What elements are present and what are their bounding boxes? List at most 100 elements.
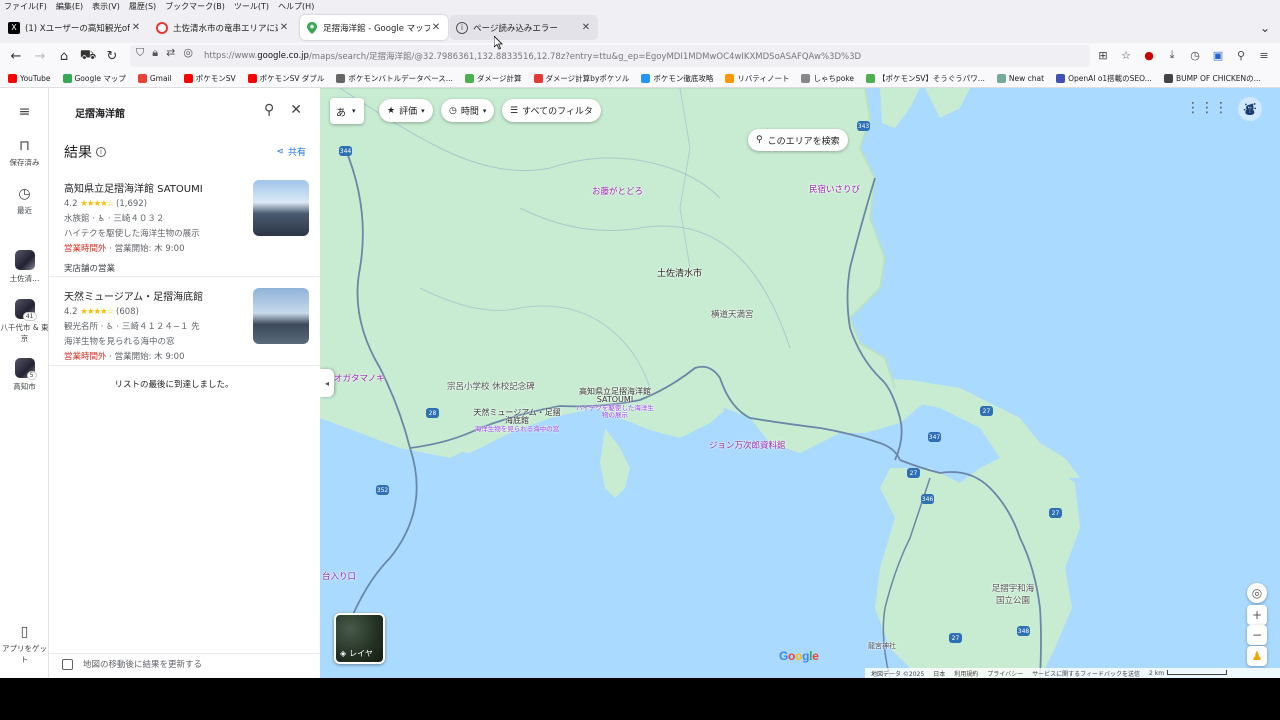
bookmark-item[interactable]: New chat	[996, 73, 1044, 83]
info-icon[interactable]: i	[96, 147, 106, 157]
clear-search-icon[interactable]: ✕	[290, 102, 302, 118]
poi-school[interactable]: 宗呂小学校 休校記念碑	[447, 380, 535, 392]
menu-tools[interactable]: ツール(T)	[234, 1, 269, 12]
url-bar[interactable]: https://www. google.co.jp/maps/search/足摺海…	[130, 45, 1090, 67]
tab-page-error[interactable]: i ページ読み込みエラー ✕	[450, 15, 598, 40]
bookmark-item[interactable]: Google マップ	[62, 73, 126, 84]
recent-item-tosashimizu[interactable]: 土佐清...	[0, 250, 49, 284]
google-apps-icon[interactable]: ⋮⋮⋮	[1186, 100, 1228, 116]
saved-button[interactable]: ⊓ 保存済み	[0, 138, 49, 168]
permissions-icon[interactable]: ⇄	[166, 46, 175, 60]
pegman-button[interactable]: ♟	[1247, 646, 1267, 666]
tab-x[interactable]: X (1) Xユーザーの高知観光officialさん ✕	[2, 15, 148, 40]
close-tab-icon[interactable]: ✕	[278, 22, 290, 33]
bookmark-item[interactable]: 【ポケモンSV】そうぐうパワ...	[866, 73, 985, 84]
bookmark-item[interactable]: ダメージ計算byポケソル	[533, 73, 629, 84]
tab-tosashimizu[interactable]: 土佐清水市の竜串エリアに遊びに ✕	[150, 15, 296, 40]
input-tools-button[interactable]: あ ▾	[330, 98, 364, 124]
bookmark-item[interactable]: Gmail	[137, 73, 172, 83]
recent-button[interactable]: ◷ 最近	[0, 186, 49, 216]
my-location-button[interactable]: ◎	[1247, 583, 1267, 603]
time-filter-chip[interactable]: ◷ 時間 ▾	[441, 99, 495, 122]
search-icon[interactable]: ⚲	[264, 102, 274, 118]
refresh-checkbox[interactable]	[62, 658, 73, 670]
extensions-icon[interactable]: ⚲	[1233, 45, 1249, 65]
bookmark-item[interactable]: OpenAI o1搭載のSEO...	[1056, 73, 1152, 84]
poi-satoumi[interactable]: 高知県立足摺海洋館 SATOUMI ハイテクを駆使した海洋生物の展示	[575, 387, 655, 418]
scale-bar	[1167, 670, 1228, 675]
lock-icon[interactable]: 🔒︎	[152, 46, 158, 60]
menu-edit[interactable]: 編集(E)	[56, 1, 83, 12]
close-tab-icon[interactable]: ✕	[430, 22, 442, 33]
feedback-link[interactable]: サービスに関するフィードバックを送信	[1032, 669, 1140, 678]
collapse-panel-button[interactable]: ◂	[320, 369, 334, 397]
menu-help[interactable]: ヘルプ(H)	[278, 1, 314, 12]
poi-iriguchi[interactable]: 台入り口	[322, 570, 356, 582]
list-tabs-icon[interactable]: ⌄	[1260, 21, 1270, 35]
close-tab-icon[interactable]: ✕	[580, 22, 592, 33]
menu-icon[interactable]: ≡	[1256, 45, 1272, 65]
bookmark-item[interactable]: BUMP OF CHICKENの...	[1163, 73, 1261, 84]
close-tab-icon[interactable]: ✕	[130, 22, 142, 33]
poi-yokomichi[interactable]: 横道天満宮	[711, 308, 754, 320]
menu-file[interactable]: ファイル(F)	[4, 1, 47, 12]
place-card-satoumi[interactable]: 高知県立足摺海洋館 SATOUMI 4.2 ★★★★☆ (1,692) 水族館 …	[64, 180, 309, 277]
bookmark-item[interactable]: ポケモンSV ダブル	[247, 73, 324, 84]
home-icon[interactable]: ⌂	[52, 45, 76, 67]
history-clock-icon[interactable]: ◷	[1187, 45, 1203, 65]
tab-title: (1) Xユーザーの高知観光officialさん	[25, 23, 130, 34]
scale-control[interactable]: 2 km	[1149, 670, 1228, 677]
downloads-icon[interactable]: ⤓	[1164, 45, 1180, 65]
extension-car-icon[interactable]: ⛟	[76, 45, 100, 67]
bookmark-item[interactable]: しゃちpoke	[801, 73, 854, 84]
avatar[interactable]: ⛇	[1238, 97, 1262, 121]
back-icon[interactable]: ←	[4, 45, 28, 67]
region-link[interactable]: 日本	[933, 669, 945, 678]
search-this-area-button[interactable]: ⚲ このエリアを検索	[748, 129, 848, 151]
review-count: (1,692)	[116, 199, 148, 209]
share-button[interactable]: ⋖ 共有	[276, 145, 306, 159]
translate-icon[interactable]: ⊞	[1095, 45, 1111, 65]
recent-item-kochi[interactable]: 5 高知市	[0, 358, 49, 392]
poi-ogatamanoki[interactable]: オガタマノキ	[334, 372, 385, 384]
bookmark-item[interactable]: YouTube	[8, 73, 51, 83]
bookmark-item[interactable]: リバティノート	[725, 73, 789, 84]
zoom-out-button[interactable]: −	[1247, 625, 1267, 645]
refresh-on-move[interactable]: 地図の移動後に結果を更新する	[62, 658, 202, 670]
poi-ofuji[interactable]: お藤がとどろ	[592, 185, 643, 197]
bookmark-item[interactable]: ポケモンSV	[183, 73, 236, 84]
tab-google-maps[interactable]: 足摺海洋館 - Google マップ ✕	[300, 15, 448, 40]
zoom-in-button[interactable]: +	[1247, 605, 1267, 625]
bookmark-item[interactable]: ダメージ計算	[464, 73, 522, 84]
layers-button[interactable]: ◈ レイヤ	[334, 613, 385, 664]
reload-icon[interactable]: ↻	[100, 45, 124, 67]
get-app-button[interactable]: ▯ アプリをゲット	[0, 624, 49, 665]
menu-button[interactable]: ≡	[0, 104, 49, 123]
map-view[interactable]: あ ▾ ★ 評価 ▾ ◷ 時間 ▾ ☰ すべてのフィルタ ⚲ このエリアを検索 …	[320, 88, 1280, 678]
bookmark-item[interactable]: ポケモンバトルデータベース...	[336, 73, 453, 84]
forward-icon[interactable]: →	[28, 45, 52, 67]
shield-icon[interactable]: ⛉	[136, 46, 144, 60]
bookmark-star-icon[interactable]: ☆	[1118, 45, 1134, 65]
translate-blue-icon[interactable]: ▣	[1210, 45, 1226, 65]
place-photo[interactable]	[253, 288, 309, 344]
bookmark-item[interactable]: ポケモン徹底攻略	[641, 73, 713, 84]
site-info-icon[interactable]: ◎	[183, 46, 193, 60]
menu-history[interactable]: 履歴(S)	[129, 1, 156, 12]
menu-bookmarks[interactable]: ブックマーク(B)	[165, 1, 225, 12]
rating-stars-icon: ★★★★☆	[80, 307, 114, 317]
extension-badge-icon[interactable]: ●	[1141, 45, 1157, 65]
poi-minshuku[interactable]: 民宿いさりび	[809, 183, 860, 195]
privacy-link[interactable]: プライバシー	[987, 669, 1023, 678]
rating-filter-chip[interactable]: ★ 評価 ▾	[379, 99, 433, 122]
poi-kaiteikan[interactable]: 天然ミュージアム・足摺海底館 海洋生物を見られる海中の窓	[472, 408, 562, 433]
poi-shrine[interactable]: 龍宮神社	[868, 641, 896, 651]
all-filters-chip[interactable]: ☰ すべてのフィルタ	[502, 99, 601, 122]
place-photo[interactable]	[253, 180, 309, 236]
place-card-kaiteikan[interactable]: 天然ミュージアム・足摺海底館 4.2 ★★★★☆ (608) 観光名所 · ♿ …	[64, 288, 309, 365]
terms-link[interactable]: 利用規約	[954, 669, 978, 678]
search-input[interactable]: 足摺海洋館 ⚲ ✕	[61, 96, 306, 128]
menu-view[interactable]: 表示(V)	[92, 1, 120, 12]
recent-item-yachiyo[interactable]: 41 八千代市 & 東京	[0, 299, 49, 344]
poi-john-manjiro[interactable]: ジョン万次郎資料館	[709, 439, 786, 451]
